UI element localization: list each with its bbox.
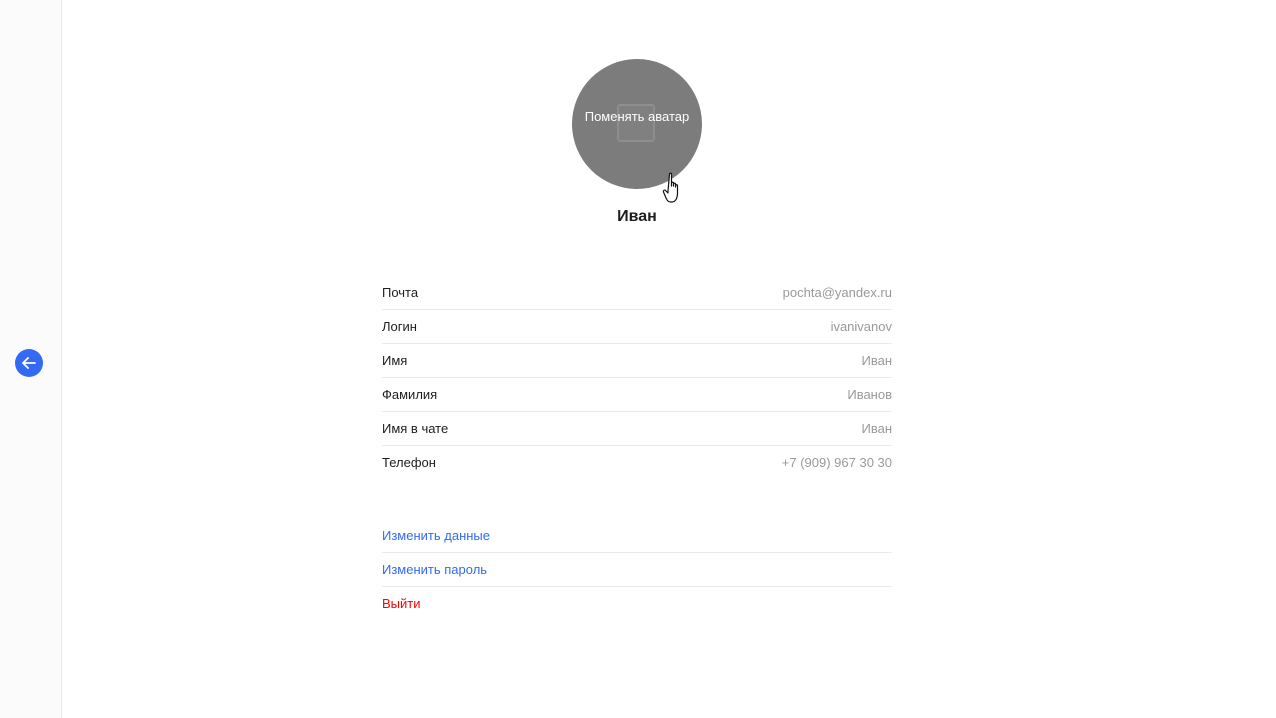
- field-value: Иван: [861, 353, 892, 368]
- change-avatar-label[interactable]: Поменять аватар: [572, 110, 702, 124]
- field-value: Иван: [861, 421, 892, 436]
- field-label: Телефон: [382, 455, 436, 470]
- info-row-chat-name: Имя в чате Иван: [382, 412, 892, 446]
- info-row-login: Логин ivanivanov: [382, 310, 892, 344]
- field-label: Почта: [382, 285, 419, 300]
- field-label: Логин: [382, 319, 417, 334]
- field-label: Имя в чате: [382, 421, 449, 436]
- sidebar: [0, 0, 62, 718]
- logout-row: Выйти: [382, 587, 892, 620]
- info-row-phone: Телефон +7 (909) 967 30 30: [382, 446, 892, 479]
- field-label: Имя: [382, 353, 408, 368]
- logout-link[interactable]: Выйти: [382, 596, 421, 611]
- field-label: Фамилия: [382, 387, 438, 402]
- back-button[interactable]: [15, 349, 43, 377]
- edit-data-row: Изменить данные: [382, 519, 892, 553]
- field-value: ivanivanov: [830, 319, 892, 334]
- field-value: Иванов: [847, 387, 892, 402]
- field-value: +7 (909) 967 30 30: [781, 455, 892, 470]
- info-row-first-name: Имя Иван: [382, 344, 892, 378]
- edit-password-link[interactable]: Изменить пароль: [382, 562, 487, 577]
- edit-data-link[interactable]: Изменить данные: [382, 528, 490, 543]
- hand-pointer-icon: [662, 172, 679, 203]
- info-row-last-name: Фамилия Иванов: [382, 378, 892, 412]
- arrow-left-icon: [22, 357, 36, 369]
- avatar[interactable]: Поменять аватар: [572, 59, 702, 189]
- field-value: pochta@yandex.ru: [782, 285, 892, 300]
- profile-actions: Изменить данные Изменить пароль Выйти: [382, 519, 892, 620]
- display-name: Иван: [617, 208, 657, 225]
- edit-password-row: Изменить пароль: [382, 553, 892, 587]
- info-row-email: Почта pochta@yandex.ru: [382, 276, 892, 310]
- profile-info-list: Почта pochta@yandex.ru Логин ivanivanov …: [382, 276, 892, 479]
